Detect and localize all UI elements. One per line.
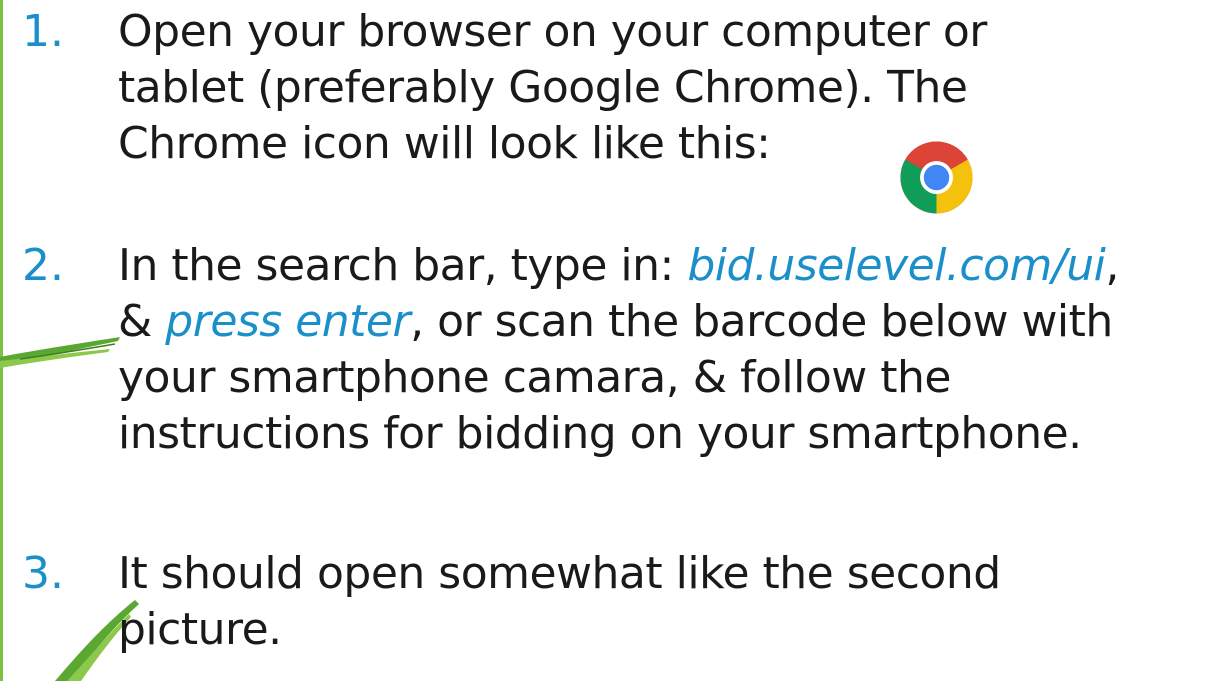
step-line: & press enter, or scan the barcode below… xyxy=(118,294,1218,350)
step-line: instructions for bidding on your smartph… xyxy=(118,408,1082,459)
instructions-page: 1. Open your browser on your computer or… xyxy=(0,0,1223,681)
step-line: your smartphone camara, & follow the xyxy=(118,352,951,403)
step-line: In the search bar, type in: bid.uselevel… xyxy=(118,238,1218,294)
left-accent-bar xyxy=(0,0,3,681)
step-text-plain: & xyxy=(118,296,166,347)
step-text-plain: In the search bar, type in: xyxy=(118,240,688,291)
step-line: tablet (preferably Google Chrome). The xyxy=(118,62,968,113)
step-line: It should open somewhat like the second xyxy=(118,548,1001,599)
step-number: 3. xyxy=(22,548,64,599)
step-number: 2. xyxy=(22,240,64,291)
press-enter-emphasis: press enter xyxy=(165,296,411,347)
step-line: Chrome icon will look like this: xyxy=(118,118,771,169)
step-line: picture. xyxy=(118,604,282,655)
step-text-plain: , or scan the barcode below with xyxy=(410,296,1113,347)
step-number: 1. xyxy=(22,6,64,57)
chrome-icon xyxy=(900,141,973,214)
step-text-plain: , xyxy=(1105,240,1119,291)
step-text: In the search bar, type in: bid.uselevel… xyxy=(118,238,1218,462)
step-text: It should open somewhat like the second … xyxy=(118,546,1218,658)
step-line: Open your browser on your computer or xyxy=(118,6,987,57)
green-brush-stroke-icon xyxy=(0,337,120,368)
url-link[interactable]: bid.uselevel.com/ui xyxy=(687,240,1105,291)
step-text: Open your browser on your computer or ta… xyxy=(118,4,1218,172)
